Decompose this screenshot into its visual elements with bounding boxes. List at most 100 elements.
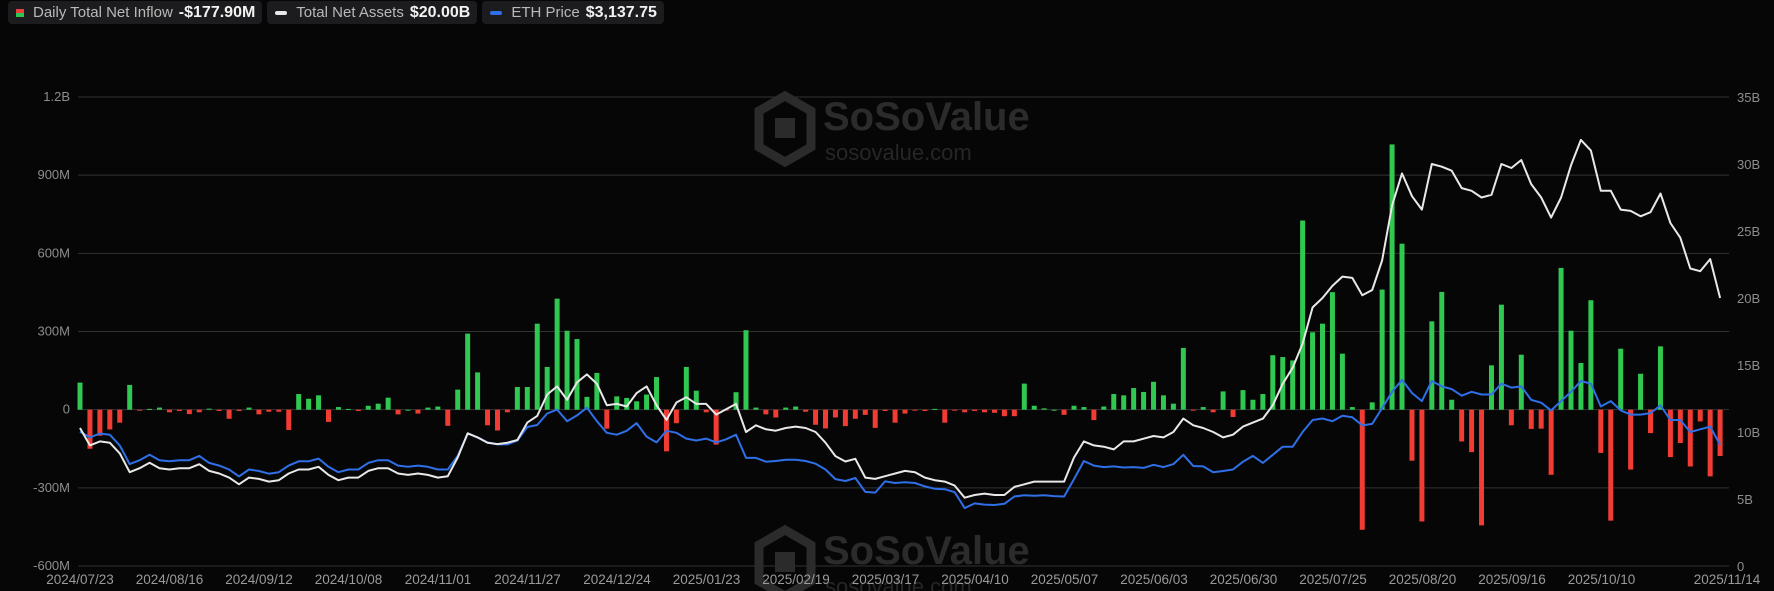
inflow-bar <box>1598 409 1604 453</box>
inflow-bar <box>1230 409 1236 417</box>
inflow-bar <box>544 366 550 410</box>
inflow-bar <box>1389 144 1395 410</box>
sosovalue-logo-icon <box>754 90 816 168</box>
inflow-bar <box>256 409 262 415</box>
inflow-bar <box>1091 409 1097 421</box>
x-axis-tick-label: 2024/10/08 <box>315 572 383 587</box>
inflow-bar <box>823 409 828 429</box>
inflow-bar <box>266 409 272 412</box>
right-axis-tick-label: 15B <box>1737 358 1760 373</box>
inflow-bar <box>1717 409 1723 457</box>
right-axis-tick-label: 20B <box>1737 291 1760 306</box>
etf-flow-chart: SoSoValue sosovalue.com SoSoValue sosova… <box>33 89 1761 591</box>
inflow-bar <box>1359 409 1365 530</box>
right-axis-tick-label: 10B <box>1737 425 1760 440</box>
inflow-bar <box>1628 409 1634 470</box>
inflow-bar <box>803 409 809 412</box>
inflow-bar <box>1488 365 1494 410</box>
left-axis-tick-label: 1.2B <box>43 89 70 104</box>
inflow-bar <box>554 298 560 410</box>
inflow-bar <box>296 394 302 410</box>
inflow-bar <box>753 407 759 410</box>
x-axis-tick-label: 2024/09/12 <box>225 572 293 587</box>
left-axis-tick-label: 600M <box>37 245 70 260</box>
inflow-bar <box>882 409 888 411</box>
inflow-bar <box>1687 409 1693 467</box>
x-axis-tick-label: 2025/06/30 <box>1210 572 1278 587</box>
inflow-bar <box>127 384 133 410</box>
inflow-bar <box>415 409 421 414</box>
inflow-bar <box>1170 403 1176 410</box>
inflow-bar <box>1697 409 1703 422</box>
inflow-bar <box>952 409 958 411</box>
inflow-bar <box>1399 243 1405 410</box>
x-axis-tick-label: 2025/04/10 <box>941 572 1009 587</box>
inflow-bar <box>832 409 838 418</box>
inflow-bar <box>1429 321 1435 410</box>
left-axis-tick-label: -600M <box>33 558 70 573</box>
inflow-bar <box>703 409 709 413</box>
inflow-bar <box>216 409 222 411</box>
inflow-bar <box>1061 409 1067 415</box>
inflow-bar <box>335 407 341 410</box>
inflow-bar <box>1240 390 1246 410</box>
inflow-bar <box>425 407 431 410</box>
inflow-bar <box>1021 383 1027 410</box>
inflow-bar <box>1210 409 1216 413</box>
inflow-bar <box>1141 391 1147 410</box>
inflow-bar <box>176 409 182 411</box>
x-axis-tick-label: 2025/05/07 <box>1031 572 1099 587</box>
inflow-bar <box>604 409 610 429</box>
inflow-bar <box>1111 394 1117 410</box>
watermark-brand: SoSoValue <box>823 529 1030 573</box>
inflow-bar <box>594 372 600 410</box>
inflow-bar <box>1131 388 1137 410</box>
inflow-bar <box>504 409 510 413</box>
inflow-bar <box>157 407 163 410</box>
inflow-bar <box>842 409 848 427</box>
inflow-bar <box>1250 399 1256 410</box>
inflow-bar <box>1588 300 1594 410</box>
inflow-bar <box>852 409 858 419</box>
inflow-bar <box>1558 267 1564 410</box>
inflow-bar <box>1071 405 1077 410</box>
inflow-bar <box>1518 354 1524 410</box>
inflow-bar <box>455 389 461 410</box>
inflow-bar <box>783 407 789 410</box>
inflow-bar <box>793 406 799 410</box>
x-axis-tick-label: 2025/07/25 <box>1299 572 1367 587</box>
inflow-bar <box>137 409 143 411</box>
inflow-bar <box>1479 409 1485 526</box>
watermark-top: SoSoValue sosovalue.com <box>754 90 1030 168</box>
inflow-bar <box>316 395 322 410</box>
inflow-bar <box>1677 409 1683 444</box>
inflow-bar <box>226 409 232 419</box>
x-axis-tick-label: 2025/09/16 <box>1478 572 1546 587</box>
x-axis-tick-label: 2025/06/03 <box>1120 572 1188 587</box>
inflow-bar <box>345 408 351 410</box>
inflow-bar <box>942 409 948 423</box>
inflow-bar <box>1707 409 1713 477</box>
inflow-bar <box>743 330 749 410</box>
watermark-brand: SoSoValue <box>823 95 1030 139</box>
inflow-bar <box>1011 409 1017 417</box>
right-axis-tick-label: 25B <box>1737 224 1760 239</box>
x-axis-tick-label: 2024/12/24 <box>583 572 651 587</box>
inflow-bar <box>673 409 679 424</box>
inflow-bar <box>1320 323 1325 410</box>
inflow-bar <box>813 409 819 425</box>
inflow-bar <box>972 409 978 411</box>
inflow-bar <box>485 409 491 426</box>
inflow-bar <box>534 323 540 410</box>
inflow-bar <box>1409 409 1415 461</box>
x-axis-tick-label: 2024/11/01 <box>405 572 472 587</box>
inflow-bar <box>375 403 381 410</box>
inflow-bar <box>1528 409 1534 429</box>
series-lines <box>79 138 1722 510</box>
inflow-bar <box>644 394 650 410</box>
inflow-bar <box>922 409 928 411</box>
inflow-bar <box>355 409 361 411</box>
inflow-bar <box>1160 395 1166 410</box>
inflow-bar <box>475 372 481 410</box>
x-axis-tick-label: 2025/08/20 <box>1389 572 1457 587</box>
